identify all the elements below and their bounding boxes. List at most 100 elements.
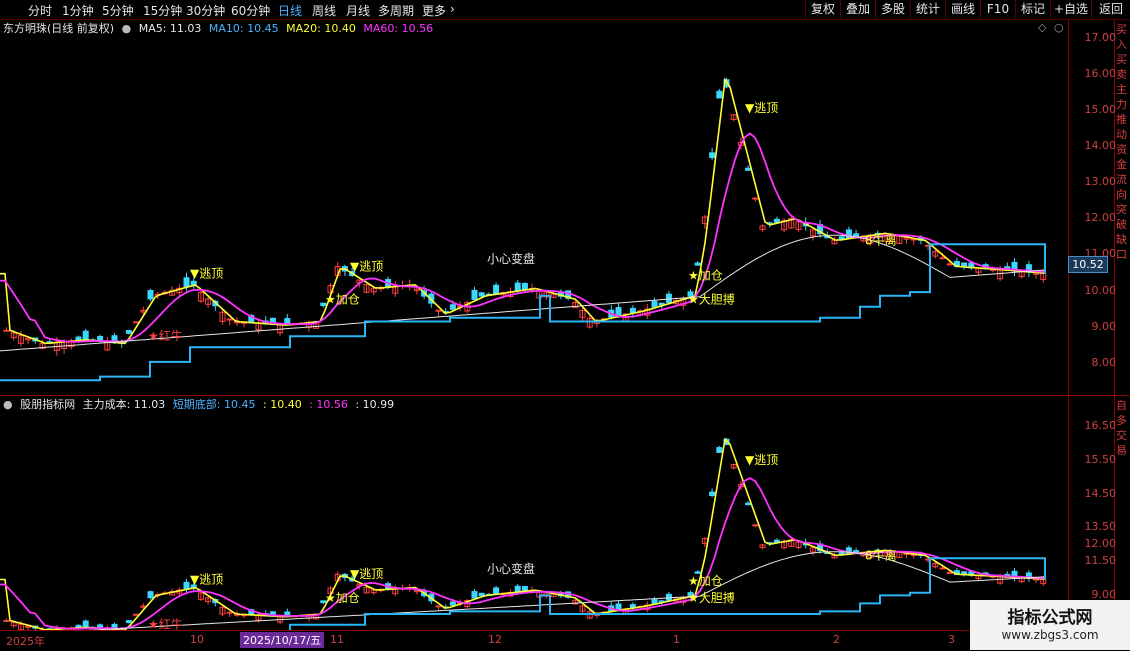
candle-body: [125, 620, 132, 624]
candle-body: [493, 587, 500, 595]
y-tick: 8.00: [1091, 356, 1117, 369]
yellow-line-label: : 10.40: [263, 398, 302, 411]
candle-body: [521, 586, 528, 592]
stats-button[interactable]: 统计: [910, 0, 945, 18]
period-multi[interactable]: 多周期: [378, 2, 414, 19]
chart-annotation: ★大胆搏: [688, 292, 735, 306]
back-button[interactable]: 返回: [1091, 0, 1130, 18]
chart-annotation: ★大胆搏: [688, 591, 735, 605]
period-30min[interactable]: 30分钟: [186, 2, 225, 19]
candle-body: [471, 591, 478, 599]
y-tick: 9.00: [1091, 320, 1117, 333]
candle-body: [183, 277, 190, 287]
candle-body: [521, 282, 528, 290]
chart-annotation: ▼逃顶: [350, 259, 383, 273]
y-tick: 16.00: [1084, 67, 1117, 80]
candle-body: [939, 567, 946, 570]
y-tick: 15.00: [1084, 103, 1117, 116]
candle-body: [716, 90, 723, 99]
period-60min[interactable]: 60分钟: [231, 2, 270, 19]
candle-body: [651, 599, 658, 605]
candle-body: [449, 304, 456, 310]
main-candlestick-chart[interactable]: ▼逃顶 ▼逃顶 ▼逃顶 ★加仓 ★加仓 ★大胆搏 ★红牛 小心变盘 8牛离: [0, 20, 1068, 395]
y-tick: 15.50: [1084, 453, 1117, 466]
period-15min[interactable]: 15分钟: [143, 2, 182, 19]
panel-divider: [0, 395, 1130, 396]
chart-annotation: ★加仓: [688, 574, 723, 588]
date-label: 1: [673, 633, 680, 646]
date-label: 2: [833, 633, 840, 646]
watermark-title: 指标公式网: [1007, 608, 1093, 628]
candle-body: [449, 601, 456, 606]
y-tick: 14.00: [1084, 139, 1117, 152]
date-axis: 2025年 10 2025/10/17/五 11 12 1 2 3: [0, 630, 1130, 651]
candle-body: [773, 218, 780, 223]
candle-body: [939, 257, 946, 260]
candle-body: [147, 290, 154, 300]
y-tick: 13.50: [1084, 520, 1117, 533]
ma20-line: [0, 437, 1046, 630]
candle-body: [471, 289, 478, 300]
white-line-label: : 10.99: [355, 398, 395, 411]
candle-body: [752, 197, 759, 200]
candle-body: [615, 307, 622, 317]
period-fenshi[interactable]: 分时: [28, 2, 52, 19]
watermark-url: www.zbgs3.com: [1001, 628, 1099, 642]
chart-annotation: ★加仓: [325, 292, 360, 306]
period-1min[interactable]: 1分钟: [62, 2, 94, 19]
period-more[interactable]: 更多: [422, 2, 446, 19]
period-5min[interactable]: 5分钟: [102, 2, 134, 19]
settings-icon[interactable]: ●: [3, 398, 13, 411]
draw-line-button[interactable]: 画线: [945, 0, 980, 18]
period-weekly[interactable]: 周线: [312, 2, 336, 19]
candle-body: [752, 524, 759, 527]
watermark: 指标公式网 www.zbgs3.com: [970, 600, 1130, 650]
mark-button[interactable]: 标记: [1015, 0, 1050, 18]
chart-annotation: ★加仓: [325, 591, 360, 605]
period-monthly[interactable]: 月线: [346, 2, 370, 19]
y-tick: 16.50: [1084, 419, 1117, 432]
main-cost-label: 主力成本: 11.03: [82, 398, 166, 411]
chart-annotation: ★红牛: [148, 328, 183, 343]
candle-body: [3, 329, 10, 332]
y-tick: 14.50: [1084, 487, 1117, 500]
add-watchlist-button[interactable]: +自选: [1050, 0, 1091, 18]
candle-body: [82, 330, 89, 341]
chart-annotation: ★红牛: [148, 617, 183, 630]
date-label: 10: [190, 633, 204, 646]
overlay-button[interactable]: 叠加: [840, 0, 875, 18]
candle-body: [745, 167, 752, 171]
y-tick: 12.00: [1084, 537, 1117, 550]
chart-annotation: 8牛离: [865, 233, 897, 248]
sub-indicator-chart[interactable]: ▼逃顶 ▼逃顶 ▼逃顶 ★加仓 ★加仓 ★大胆搏 ★红牛 小心变盘 8牛离: [0, 412, 1068, 630]
ma20-line: [0, 77, 1046, 345]
y-tick: 17.00: [1084, 31, 1117, 44]
candle-body: [125, 330, 132, 334]
period-toolbar: 分时 1分钟 5分钟 15分钟 30分钟 60分钟 日线 周线 月线 多周期 更…: [0, 0, 1130, 20]
candle-body: [745, 502, 752, 506]
fuquan-button[interactable]: 复权: [805, 0, 840, 18]
chart-annotation: 小心变盘: [487, 251, 535, 266]
candle-body: [629, 307, 636, 314]
candle-body: [709, 152, 716, 158]
candle-body: [478, 292, 485, 297]
period-daily[interactable]: 日线: [278, 2, 302, 19]
chart-annotation: ▼逃顶: [745, 101, 778, 115]
y-tick: 13.00: [1084, 175, 1117, 188]
multi-stock-button[interactable]: 多股: [875, 0, 910, 18]
candle-body: [82, 620, 89, 629]
candle-body: [147, 591, 154, 599]
date-label: 11: [330, 633, 344, 646]
y-tick: 12.00: [1084, 211, 1117, 224]
side-text-main: 买入买卖主力推动资金流向突破缺口: [1116, 23, 1127, 261]
y-tick: 10.00: [1084, 284, 1117, 297]
chart-annotation: ▼逃顶: [190, 572, 223, 586]
magenta-line-label: : 10.56: [309, 398, 348, 411]
chart-annotation: ▼逃顶: [350, 567, 383, 581]
chart-annotation: 8牛离: [865, 548, 897, 563]
axis-divider: [1068, 20, 1069, 630]
candle-body: [651, 301, 658, 308]
candle-body: [183, 581, 190, 590]
chevron-right-icon[interactable]: ›: [450, 2, 455, 16]
f10-button[interactable]: F10: [980, 0, 1015, 18]
